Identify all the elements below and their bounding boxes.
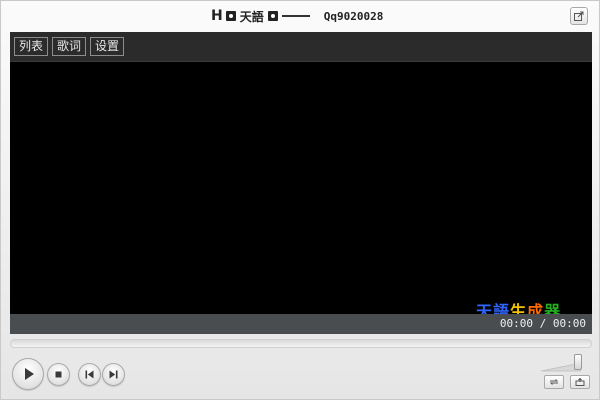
popout-icon bbox=[574, 11, 584, 21]
loop-button[interactable] bbox=[544, 375, 564, 389]
title-bar: H 天語 Qq9020028 bbox=[1, 1, 599, 31]
video-frame: 列表 歌词 设置 天語生成器 QQ:9020028 00:00 / 00:00 bbox=[10, 32, 592, 334]
logo-text: 天語 bbox=[239, 9, 264, 24]
logo-line bbox=[281, 15, 310, 17]
seek-bar[interactable] bbox=[10, 339, 592, 348]
time-display: 00:00 / 00:00 bbox=[499, 317, 586, 330]
tab-lyrics[interactable]: 歌词 bbox=[52, 37, 86, 56]
title-qq: Qq9020028 bbox=[323, 9, 384, 23]
loop-icon bbox=[549, 379, 559, 385]
play-icon bbox=[25, 368, 34, 380]
logo-letter: H bbox=[211, 8, 223, 24]
share-button[interactable] bbox=[570, 375, 590, 389]
play-button[interactable] bbox=[12, 358, 44, 390]
previous-button[interactable] bbox=[78, 363, 101, 386]
share-icon bbox=[575, 378, 585, 386]
logo-box-icon bbox=[225, 11, 236, 21]
video-tab-bar: 列表 歌词 设置 bbox=[10, 32, 592, 62]
video-display[interactable]: 天語生成器 QQ:9020028 bbox=[10, 62, 592, 331]
media-player: H 天語 Qq9020028 列表 歌词 设置 天語生成器 QQ:9020028 bbox=[0, 0, 600, 400]
tab-playlist[interactable]: 列表 bbox=[14, 37, 48, 56]
stop-icon bbox=[55, 371, 62, 378]
previous-icon bbox=[85, 370, 94, 379]
logo-box-icon bbox=[267, 11, 278, 21]
video-status-bar: 00:00 / 00:00 bbox=[10, 314, 592, 334]
popout-button[interactable] bbox=[570, 7, 588, 25]
volume-knob[interactable] bbox=[574, 354, 582, 370]
stop-button[interactable] bbox=[47, 363, 70, 386]
tab-settings[interactable]: 设置 bbox=[90, 37, 124, 56]
player-title: H 天語 Qq9020028 bbox=[211, 7, 383, 25]
next-icon bbox=[109, 370, 118, 379]
next-button[interactable] bbox=[102, 363, 125, 386]
